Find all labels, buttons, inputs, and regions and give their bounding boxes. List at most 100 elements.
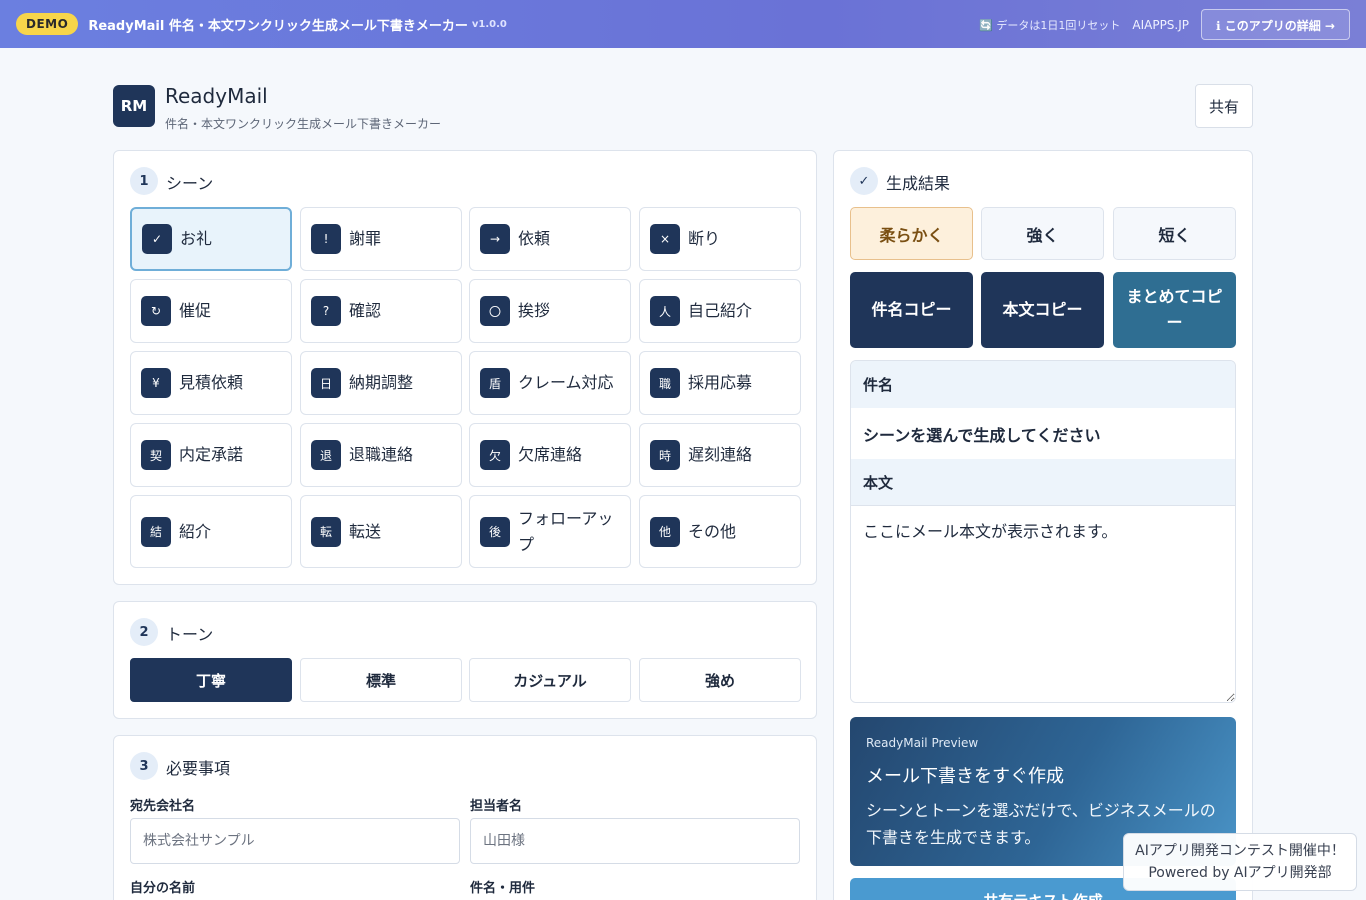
circle-icon: 〇 [480,296,510,326]
result-box: 件名 シーンを選んで生成してください 本文 ここにメール本文が表示されます。 [850,360,1236,703]
check-icon: ✓ [850,167,878,195]
scene-label: お礼 [180,229,213,248]
scene-option-6[interactable]: 〇挨拶 [469,279,631,343]
exclamation-icon: ! [311,224,341,254]
cross-icon: × [650,224,680,254]
scene-label: 欠席連絡 [518,445,583,464]
scene-option-7[interactable]: 人自己紹介 [639,279,801,343]
scene-option-3[interactable]: × 断り [639,207,801,271]
forward-icon: 転 [311,516,341,547]
leave-icon: 退 [311,440,341,470]
subject-matter-label: 件名・用件 [470,881,536,896]
link-icon: 結 [141,516,171,547]
demo-badge: DEMO [16,13,79,35]
scene-option-1[interactable]: ! 謝罪 [300,207,462,271]
tone-option-polite[interactable]: 丁寧 [130,658,292,702]
scene-label: 自己紹介 [688,301,753,320]
scene-option-15[interactable]: 時遅刻連絡 [639,423,801,487]
share-button[interactable]: 共有 [1195,84,1253,128]
tone-option-casual[interactable]: カジュアル [469,658,631,702]
tone-option-standard[interactable]: 標準 [300,658,462,702]
scene-option-10[interactable]: 盾クレーム対応 [469,351,631,415]
scene-label: 遅刻連絡 [688,445,753,464]
job-icon: 職 [650,368,680,398]
reset-note: 🔄 データは1日1回リセット [979,18,1121,32]
scene-option-18[interactable]: 後フォローアップ [469,495,631,568]
scene-label: 謝罪 [349,229,382,248]
brand-name: ReadyMail [165,84,268,108]
section-number: 2 [130,618,158,646]
preview-tag: ReadyMail Preview [866,736,979,750]
brand-subtitle: 件名・本文ワンクリック生成メール下書きメーカー [165,117,442,131]
contract-icon: 契 [141,440,171,470]
scene-option-12[interactable]: 契内定承諾 [130,423,292,487]
top-bar: DEMO ReadyMail 件名・本文ワンクリック生成メール下書きメーカー v… [0,0,1366,48]
copy-all-button[interactable]: まとめてコピー [1113,272,1236,348]
preview-title: メール下書きをすぐ作成 [866,766,1064,787]
body-output-textarea[interactable]: ここにメール本文が表示されます。 [851,505,1235,702]
followup-icon: 後 [480,516,510,547]
scene-label: 紹介 [179,521,212,541]
recipient-company-input[interactable] [130,818,460,864]
contest-line-2: Powered by AIアプリ開発部 [1148,865,1332,881]
app-title: ReadyMail 件名・本文ワンクリック生成メール下書きメーカー [88,18,468,34]
section-title-scene: シーン [166,174,214,193]
person-icon: 人 [650,296,680,326]
copy-subject-button[interactable]: 件名コピー [850,272,973,348]
absence-icon: 欠 [480,440,510,470]
check-icon: ✓ [142,224,172,254]
scene-label: 内定承諾 [179,445,244,464]
scene-label: 確認 [349,301,382,320]
variant-short-button[interactable]: 短く [1113,207,1236,260]
subject-label: 件名 [851,361,1235,408]
copy-body-button[interactable]: 本文コピー [981,272,1104,348]
scene-option-5[interactable]: ? 確認 [300,279,462,343]
scene-option-8[interactable]: ¥ 見積依頼 [130,351,292,415]
body-label: 本文 [851,459,1235,506]
refresh-icon: ↻ [141,296,171,326]
scene-label: 挨拶 [518,301,551,320]
scene-option-0[interactable]: ✓ お礼 [130,207,292,271]
shield-icon: 盾 [480,368,510,398]
other-icon: 他 [650,516,680,547]
scene-label: 依頼 [518,229,551,248]
scene-label: クレーム対応 [518,373,614,392]
scene-option-17[interactable]: 転転送 [300,495,462,568]
contest-notice[interactable]: AIアプリ開発コンテスト開催中！ Powered by AIアプリ開発部 [1123,833,1357,891]
scene-label: フォローアップ [518,508,614,554]
about-app-button[interactable]: ℹ このアプリの詳細 → [1201,9,1350,40]
yen-icon: ¥ [141,368,171,398]
scene-option-16[interactable]: 結紹介 [130,495,292,568]
scene-label: 転送 [349,521,382,541]
scene-label: 断り [688,229,721,248]
scene-label: その他 [688,521,737,541]
variant-soft-button[interactable]: 柔らかく [850,207,973,260]
contact-name-input[interactable] [470,818,800,864]
scene-label: 催促 [179,301,212,320]
scene-option-2[interactable]: → 依頼 [469,207,631,271]
arrow-right-icon: → [480,224,510,254]
scene-option-19[interactable]: 他その他 [639,495,801,568]
section-title-details: 必要事項 [166,759,231,778]
scene-option-13[interactable]: 退退職連絡 [300,423,462,487]
scene-option-9[interactable]: 日納期調整 [300,351,462,415]
scene-option-4[interactable]: ↻ 催促 [130,279,292,343]
recipient-company-label: 宛先会社名 [130,799,196,814]
section-number: 3 [130,752,158,780]
result-title: 生成結果 [886,174,951,193]
variant-strong-button[interactable]: 強く [981,207,1104,260]
scene-option-11[interactable]: 職採用応募 [639,351,801,415]
subject-output: シーンを選んで生成してください [863,425,1101,445]
contest-line-1: AIアプリ開発コンテスト開催中！ [1135,843,1345,859]
scene-option-14[interactable]: 欠欠席連絡 [469,423,631,487]
sender-name-label: 自分の名前 [130,881,196,896]
section-title-tone: トーン [166,625,214,644]
scene-label: 見積依頼 [179,373,244,392]
tone-option-strong[interactable]: 強め [639,658,801,702]
question-icon: ? [311,296,341,326]
calendar-icon: 日 [311,368,341,398]
top-bar-right: 🔄 データは1日1回リセット AIAPPS.JP ℹ このアプリの詳細 → [979,9,1350,40]
site-link[interactable]: AIAPPS.JP [1132,18,1189,32]
contact-name-label: 担当者名 [470,799,523,814]
section-number: 1 [130,167,158,195]
